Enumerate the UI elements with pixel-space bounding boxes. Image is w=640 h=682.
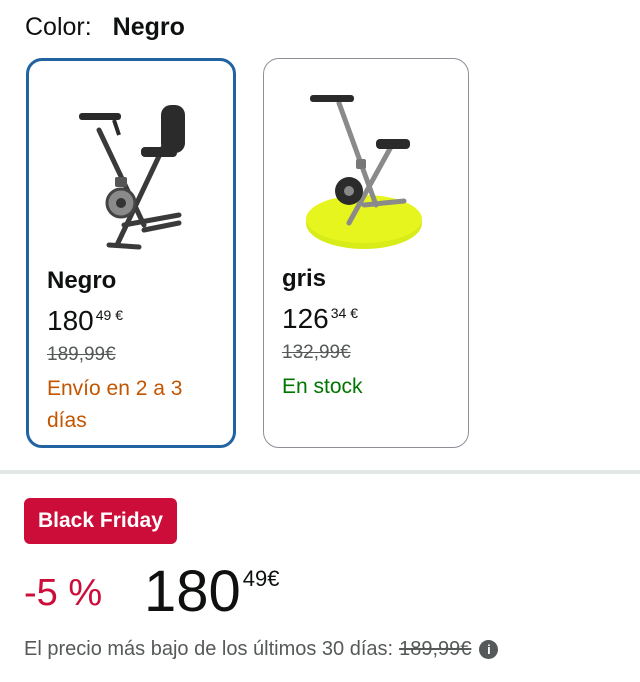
lowest-price-note: El precio más bajo de los últimos 30 día… [24, 638, 499, 661]
color-selector-heading: Color: Negro [25, 10, 185, 44]
discount-percent: -5 % [24, 572, 103, 614]
deal-badge: Black Friday [24, 498, 177, 544]
selected-color: Negro [112, 13, 185, 41]
option-old-price: 189,99€ [47, 344, 116, 365]
option-availability: En stock [282, 375, 363, 398]
lowest-price-value: 189,99€ [399, 638, 472, 660]
section-divider [0, 470, 640, 474]
deal-price: 18049€ [144, 559, 280, 624]
color-label: Color: [25, 13, 92, 41]
color-option-gris[interactable]: gris 126 34 € 132,99€ En stock [263, 58, 469, 448]
product-image-black-bike [29, 75, 233, 265]
option-price: 126 34 € [282, 303, 358, 334]
option-old-price: 132,99€ [282, 342, 351, 363]
option-name: gris [282, 265, 327, 292]
option-name: Negro [47, 267, 117, 294]
option-availability: Envío en 2 a 3 días [47, 377, 183, 432]
info-icon[interactable]: i [479, 640, 499, 659]
color-option-negro[interactable]: Negro 180 49 € 189,99€ Envío en 2 a 3 día… [26, 58, 236, 448]
product-image-grey-bike [264, 73, 468, 263]
option-price: 180 49 € [47, 305, 123, 336]
